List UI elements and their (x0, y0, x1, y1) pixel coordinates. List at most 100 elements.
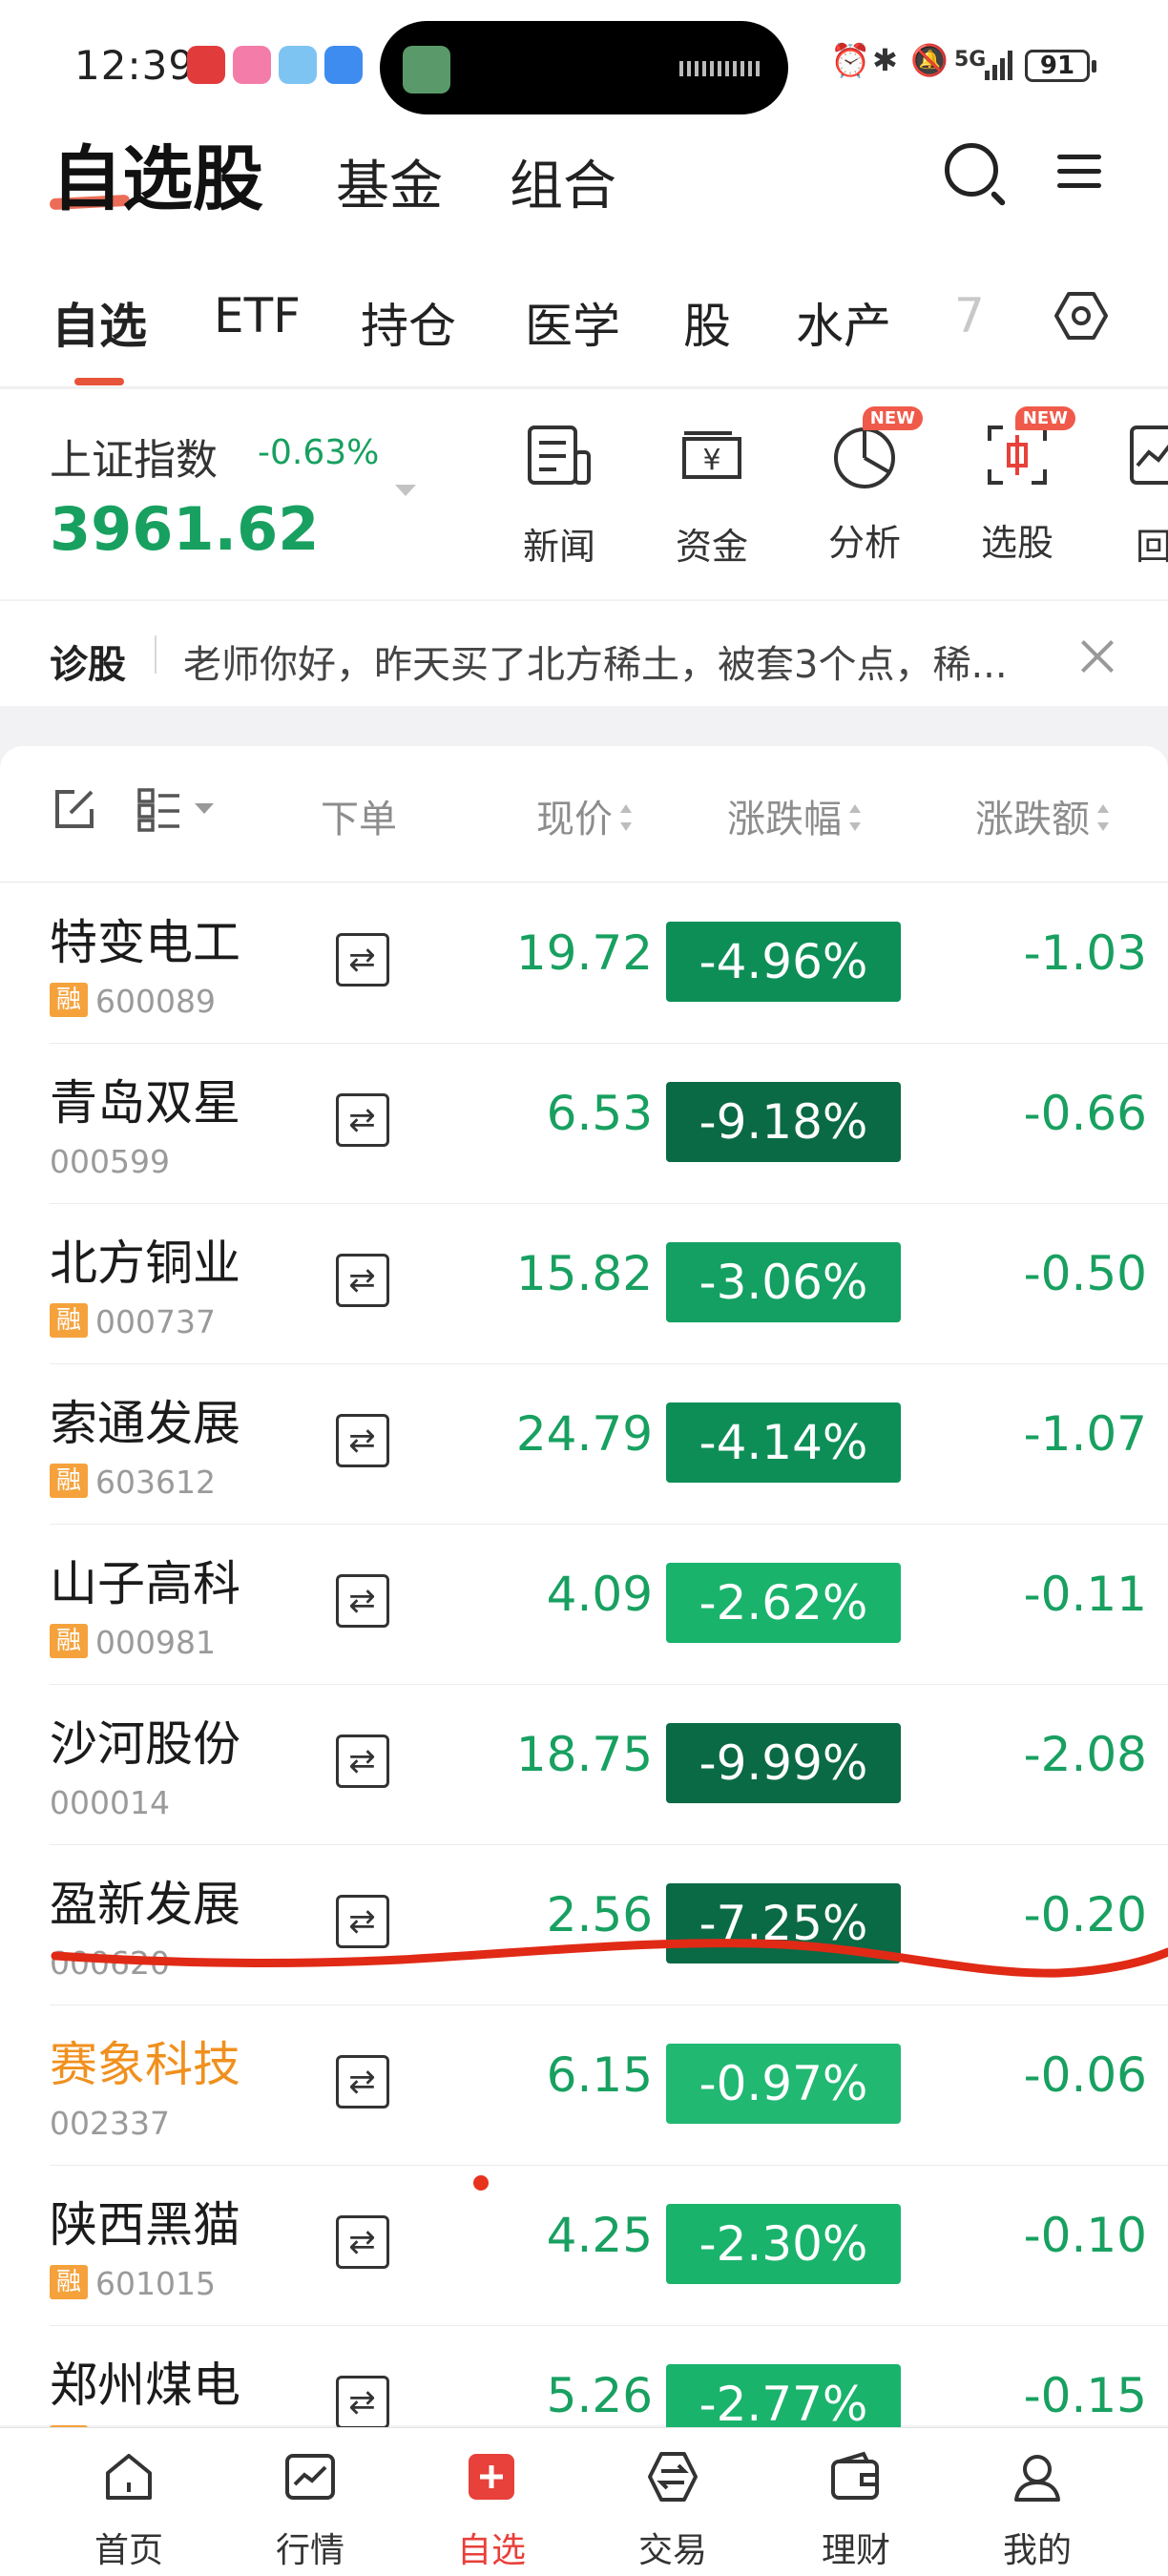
market-icon (285, 2454, 335, 2500)
change-amount: -0.06 (1023, 2047, 1147, 2103)
shortcut-stock-picker[interactable]: NEW 选股 (960, 406, 1075, 566)
divider (0, 882, 1168, 883)
tab-portfolio[interactable]: 组合 (510, 143, 616, 220)
nav-watchlist[interactable]: 自选 (420, 2450, 563, 2572)
stock-row[interactable]: 青岛双星 000599 6.53-9.18% -0.66 (0, 1044, 1168, 1204)
change-pct-badge[interactable]: -9.18% (666, 1082, 901, 1162)
change-pct-badge[interactable]: -3.06% (666, 1242, 901, 1322)
change-pct-badge[interactable]: -0.97% (666, 2044, 901, 2124)
search-icon[interactable] (945, 143, 998, 197)
bluetooth-icon: ✱ (872, 42, 898, 78)
order-button[interactable] (336, 1254, 389, 1307)
stock-row[interactable]: 山子高科融000981 4.09-2.62% -0.11 (0, 1525, 1168, 1685)
column-change-amt-sort[interactable]: 涨跌额 (975, 788, 1109, 843)
stock-row[interactable]: 赛象科技 002337 6.15-0.97% -0.06 (0, 2005, 1168, 2166)
layout-icon[interactable] (137, 788, 183, 832)
status-bar: 12:39 ⏰ ✱ 🔕 5G 91 (0, 0, 1168, 134)
nav-label: 自选 (456, 2531, 526, 2570)
shortcut-analysis[interactable]: NEW 分析 (807, 406, 923, 566)
subtab-watchlist[interactable]: 自选 (52, 288, 147, 357)
stock-name: 北方铜业 (50, 1236, 240, 1291)
shortcut-review[interactable]: 回 (1113, 420, 1168, 570)
order-button[interactable] (336, 2376, 389, 2429)
index-change: -0.63% (258, 433, 380, 472)
nav-wealth[interactable]: 理财 (784, 2450, 928, 2572)
order-button[interactable] (336, 1414, 389, 1467)
order-button[interactable] (336, 1735, 389, 1788)
subtab-stock[interactable]: 股 (683, 288, 731, 357)
dynamic-island[interactable] (380, 21, 788, 114)
order-button[interactable] (336, 1093, 389, 1147)
change-pct-badge[interactable]: -9.99% (666, 1723, 901, 1803)
nav-profile[interactable]: 我的 (966, 2450, 1109, 2572)
nav-market[interactable]: 行情 (239, 2450, 382, 2572)
column-change-pct: 涨跌幅 (727, 798, 842, 841)
stock-row[interactable]: 索通发展融603612 24.79-4.14% -1.07 (0, 1364, 1168, 1525)
index-name[interactable]: 上证指数 (50, 426, 218, 487)
change-pct-badge[interactable]: -4.96% (666, 922, 901, 1002)
nav-label: 行情 (275, 2531, 344, 2570)
svg-text:¥: ¥ (702, 444, 720, 477)
stock-name: 陕西黑猫 (50, 2197, 240, 2253)
tab-watchlist-stocks[interactable]: 自选股 (52, 122, 263, 224)
index-value[interactable]: 3961.62 (50, 494, 319, 564)
stock-price: 4.25 (546, 2208, 653, 2263)
stock-code: 000981 (95, 1624, 216, 1661)
stock-code: 603612 (95, 1464, 216, 1501)
margin-badge: 融 (50, 983, 88, 1017)
tab-funds[interactable]: 基金 (336, 143, 443, 220)
stock-code-line: 融 600089 (50, 983, 216, 1020)
stock-picker-icon (988, 426, 1047, 485)
change-pct-badge[interactable]: -2.62% (666, 1563, 901, 1643)
column-price: 现价 (536, 798, 613, 841)
order-button[interactable] (336, 933, 389, 987)
stock-row[interactable]: 特变电工融600089 19.72-4.96% -1.03 (0, 883, 1168, 1044)
edit-icon[interactable] (53, 788, 95, 830)
change-pct-badge[interactable]: -4.14% (666, 1402, 901, 1483)
change-pct-badge[interactable]: -2.30% (666, 2204, 901, 2284)
column-change-amt: 涨跌额 (975, 798, 1090, 841)
stock-code: 000599 (50, 1143, 170, 1180)
change-amount: -0.11 (1023, 1567, 1147, 1622)
column-order: 下单 (321, 798, 397, 841)
subtab-etf[interactable]: ETF (214, 288, 301, 343)
subtab-aquatic[interactable]: 水产 (796, 288, 891, 357)
chevron-down-icon[interactable] (195, 803, 214, 814)
shortcut-label: 回 (1136, 526, 1168, 568)
shortcut-news[interactable]: 新闻 (502, 420, 616, 570)
subtab-medical[interactable]: 医学 (525, 288, 620, 357)
stock-row[interactable]: 陕西黑猫融601015 4.25-2.30% -0.10 (0, 2166, 1168, 2326)
nav-home[interactable]: 首页 (57, 2450, 200, 2572)
menu-icon[interactable] (1057, 155, 1101, 189)
subtab-holdings[interactable]: 持仓 (361, 288, 456, 357)
stock-name: 山子高科 (50, 1556, 240, 1611)
diagnose-question[interactable]: 老师你好，昨天买了北方稀土，被套3个点，稀... (183, 634, 1008, 689)
stock-price: 6.53 (546, 1086, 653, 1141)
shortcut-label: 分析 (827, 522, 901, 564)
home-icon (106, 2454, 152, 2500)
order-button[interactable] (336, 1574, 389, 1628)
settings-icon[interactable] (1053, 288, 1109, 343)
order-button[interactable] (336, 2215, 389, 2269)
bilibili-icon (233, 46, 271, 84)
alarm-icon: ⏰ (830, 42, 871, 80)
nav-trade[interactable]: 交易 (601, 2450, 744, 2572)
shortcut-capital[interactable]: ¥ 资金 (655, 420, 769, 570)
status-time: 12:39 (74, 42, 196, 89)
stock-row[interactable]: 沙河股份 000014 18.75-9.99% -2.08 (0, 1685, 1168, 1845)
order-button[interactable] (336, 2055, 389, 2109)
battery-indicator: 91 (1025, 50, 1096, 82)
app-notification-icon (187, 46, 225, 84)
trade-icon (648, 2452, 698, 2502)
margin-badge: 融 (50, 1624, 88, 1658)
stock-price: 4.09 (546, 1567, 653, 1622)
column-price-sort[interactable]: 现价 (536, 788, 632, 843)
subtab-more[interactable]: 7 (954, 288, 985, 343)
stock-row[interactable]: 北方铜业融000737 15.82-3.06% -0.50 (0, 1204, 1168, 1364)
stock-code-line: 000599 (50, 1143, 170, 1180)
chevron-down-icon[interactable] (395, 485, 416, 496)
profile-icon (1014, 2455, 1060, 2502)
divider (155, 635, 156, 674)
column-change-pct-sort[interactable]: 涨跌幅 (727, 788, 861, 843)
close-icon[interactable] (1078, 637, 1116, 675)
